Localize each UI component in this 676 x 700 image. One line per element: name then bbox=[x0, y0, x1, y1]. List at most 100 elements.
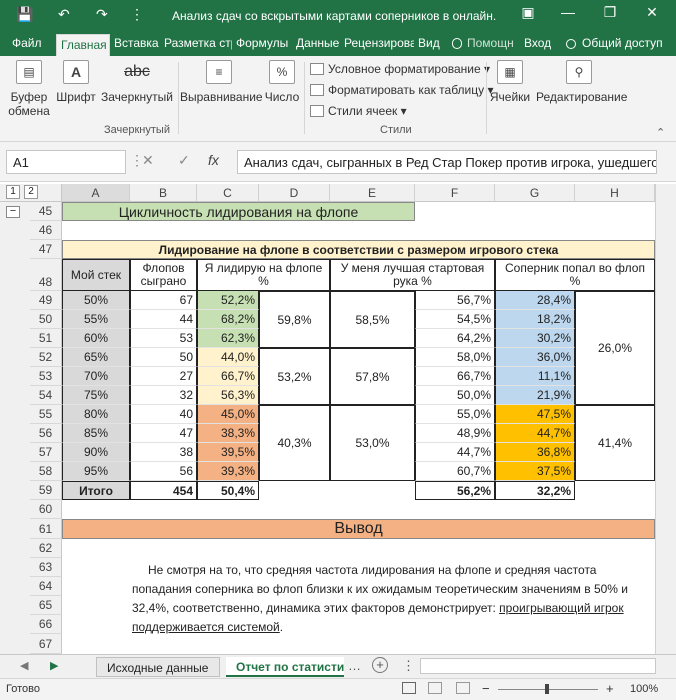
row-header[interactable]: 56 bbox=[30, 424, 62, 443]
cell-stack[interactable]: 50% bbox=[62, 291, 130, 310]
header-my-stack[interactable]: Мой стек bbox=[62, 259, 130, 291]
cell-best[interactable]: 64,2% bbox=[415, 329, 495, 348]
tab-home[interactable]: Главная bbox=[56, 34, 110, 56]
group-lead-1[interactable]: 59,8% bbox=[259, 291, 330, 348]
close-button[interactable]: ✕ bbox=[632, 4, 672, 21]
total-best[interactable]: 56,2% bbox=[415, 481, 495, 500]
row-header[interactable]: 64 bbox=[30, 577, 62, 596]
cell-opp[interactable]: 18,2% bbox=[495, 310, 575, 329]
conclusion-title[interactable]: Вывод bbox=[62, 519, 655, 539]
header-best-hand[interactable]: У меня лучшая стартовая рука % bbox=[330, 259, 495, 291]
cell-flops[interactable]: 47 bbox=[130, 424, 197, 443]
total-opp[interactable]: 32,2% bbox=[495, 481, 575, 500]
group-best-1[interactable]: 58,5% bbox=[330, 291, 415, 348]
more-sheets-icon[interactable]: … bbox=[348, 658, 361, 673]
page-layout-icon[interactable] bbox=[428, 682, 442, 694]
column-header-a[interactable]: A bbox=[62, 184, 130, 202]
minimize-button[interactable]: — bbox=[548, 4, 588, 20]
cell-opp[interactable]: 11,1% bbox=[495, 367, 575, 386]
cell-flops[interactable]: 56 bbox=[130, 462, 197, 481]
tab-file[interactable]: Файл bbox=[12, 36, 54, 50]
total-label[interactable]: Итого bbox=[62, 481, 130, 500]
sheet-tab-report[interactable]: Отчет по статисти bbox=[226, 657, 344, 677]
cell-flops[interactable]: 50 bbox=[130, 348, 197, 367]
row-header[interactable]: 62 bbox=[30, 539, 62, 558]
cell-stack[interactable]: 95% bbox=[62, 462, 130, 481]
alignment-button[interactable]: ≡ Выравнивание bbox=[180, 60, 263, 104]
sheet-tab-source[interactable]: Исходные данные bbox=[96, 657, 220, 677]
outline-level-2[interactable]: 2 bbox=[24, 185, 38, 199]
row-header[interactable]: 59 bbox=[30, 481, 62, 500]
cell-lead[interactable]: 45,0% bbox=[197, 405, 259, 424]
cell-stack[interactable]: 80% bbox=[62, 405, 130, 424]
group-best-3[interactable]: 53,0% bbox=[330, 405, 415, 481]
zoom-slider-thumb[interactable] bbox=[545, 684, 549, 694]
cell-lead[interactable]: 52,2% bbox=[197, 291, 259, 310]
cell-stack[interactable]: 85% bbox=[62, 424, 130, 443]
redo-icon[interactable]: ↷ bbox=[96, 6, 108, 23]
row-header[interactable]: 53 bbox=[30, 367, 62, 386]
row-header[interactable]: 48 bbox=[30, 259, 62, 291]
cell-flops[interactable]: 40 bbox=[130, 405, 197, 424]
cell-best[interactable]: 48,9% bbox=[415, 424, 495, 443]
row-header[interactable]: 65 bbox=[30, 596, 62, 615]
group-best-2[interactable]: 57,8% bbox=[330, 348, 415, 405]
cell-best[interactable]: 50,0% bbox=[415, 386, 495, 405]
add-sheet-icon[interactable]: + bbox=[372, 657, 388, 673]
cell-stack[interactable]: 60% bbox=[62, 329, 130, 348]
cell-styles-button[interactable]: Стили ячеек ▾ bbox=[310, 104, 407, 118]
group-lead-3[interactable]: 40,3% bbox=[259, 405, 330, 481]
next-sheet-icon[interactable]: ▶ bbox=[50, 659, 58, 672]
header-opponent-hit[interactable]: Соперник попал во флоп % bbox=[495, 259, 655, 291]
horizontal-scrollbar[interactable] bbox=[420, 658, 656, 674]
cell-best[interactable]: 56,7% bbox=[415, 291, 495, 310]
cell-opp[interactable]: 47,5% bbox=[495, 405, 575, 424]
clipboard-button[interactable]: ▤ Буфер обмена bbox=[8, 60, 50, 118]
cell-stack[interactable]: 90% bbox=[62, 443, 130, 462]
row-header[interactable]: 66 bbox=[30, 615, 62, 634]
cell-flops[interactable]: 53 bbox=[130, 329, 197, 348]
cell-lead[interactable]: 66,7% bbox=[197, 367, 259, 386]
format-as-table-button[interactable]: Форматировать как таблицу ▾ bbox=[310, 83, 494, 97]
row-header[interactable]: 60 bbox=[30, 500, 62, 519]
table-title[interactable]: Лидирование на флопе в соответствии с ра… bbox=[62, 240, 655, 259]
customize-toolbar-icon[interactable]: ⋮ bbox=[130, 6, 144, 23]
row-header[interactable]: 51 bbox=[30, 329, 62, 348]
row-header[interactable]: 45 bbox=[30, 202, 62, 221]
cell-flops[interactable]: 32 bbox=[130, 386, 197, 405]
tab-formulas[interactable]: Формулы bbox=[236, 36, 292, 50]
cell-flops[interactable]: 44 bbox=[130, 310, 197, 329]
cell-best[interactable]: 60,7% bbox=[415, 462, 495, 481]
column-header-b[interactable]: B bbox=[130, 184, 197, 202]
cell-flops[interactable]: 67 bbox=[130, 291, 197, 310]
font-button[interactable]: A Шрифт bbox=[56, 60, 96, 104]
cell-opp[interactable]: 37,5% bbox=[495, 462, 575, 481]
cell-best[interactable]: 58,0% bbox=[415, 348, 495, 367]
tab-data[interactable]: Данные bbox=[296, 36, 340, 50]
cell-opp[interactable]: 21,9% bbox=[495, 386, 575, 405]
cells-button[interactable]: ▦ Ячейки bbox=[488, 60, 532, 104]
row-header[interactable]: 54 bbox=[30, 386, 62, 405]
cell-flops[interactable]: 27 bbox=[130, 367, 197, 386]
cell-lead[interactable]: 38,3% bbox=[197, 424, 259, 443]
row-header[interactable]: 47 bbox=[30, 240, 62, 259]
restore-button[interactable]: ❐ bbox=[590, 4, 630, 21]
section-title[interactable]: Цикличность лидирования на флопе bbox=[62, 202, 415, 221]
cell-best[interactable]: 55,0% bbox=[415, 405, 495, 424]
column-header-e[interactable]: E bbox=[330, 184, 415, 202]
cell-stack[interactable]: 75% bbox=[62, 386, 130, 405]
row-header[interactable]: 61 bbox=[30, 519, 62, 539]
row-header[interactable]: 50 bbox=[30, 310, 62, 329]
tab-view[interactable]: Вид bbox=[418, 36, 442, 50]
cell-stack[interactable]: 55% bbox=[62, 310, 130, 329]
header-flops[interactable]: Флопов сыграно bbox=[130, 259, 197, 291]
row-header[interactable]: 52 bbox=[30, 348, 62, 367]
sign-in-link[interactable]: Вход bbox=[524, 36, 554, 50]
total-lead[interactable]: 50,4% bbox=[197, 481, 259, 500]
cancel-icon[interactable]: ✕ bbox=[142, 152, 154, 169]
collapse-group-icon[interactable]: − bbox=[6, 206, 20, 218]
number-button[interactable]: % Число bbox=[262, 60, 302, 104]
cell-opp[interactable]: 30,2% bbox=[495, 329, 575, 348]
ribbon-options-icon[interactable]: ▣ bbox=[508, 4, 548, 21]
total-flops[interactable]: 454 bbox=[130, 481, 197, 500]
